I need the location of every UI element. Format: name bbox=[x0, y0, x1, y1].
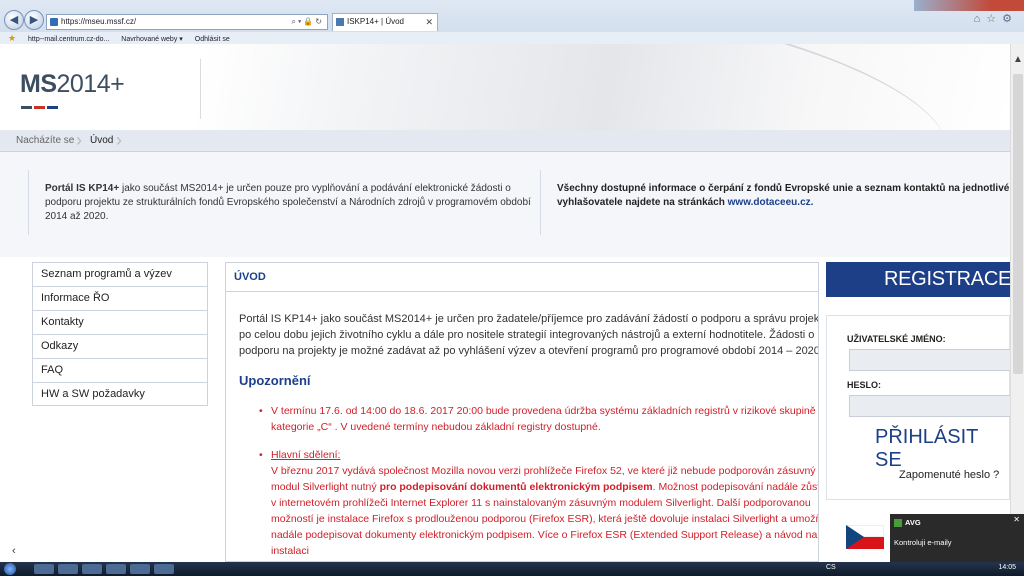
username-label: UŽIVATELSKÉ JMÉNO: bbox=[847, 334, 946, 344]
registration-button[interactable]: REGISTRACE » bbox=[826, 262, 1011, 325]
login-panel: UŽIVATELSKÉ JMÉNO: HESLO: PŘIHLÁSIT SE Z… bbox=[826, 315, 1011, 500]
browser-tab[interactable]: ISKP14+ | Úvod ✕ bbox=[332, 13, 438, 31]
notice-heading: Hlavní sdělení: bbox=[271, 449, 341, 461]
taskbar-app-icon[interactable] bbox=[130, 564, 150, 574]
breadcrumb: Nacházíte se › Úvod › bbox=[0, 130, 1010, 152]
site-header: MS2014+ bbox=[0, 44, 1010, 130]
language-indicator[interactable]: CS bbox=[826, 564, 836, 571]
breadcrumb-separator-icon: › bbox=[116, 130, 122, 150]
window-controls[interactable] bbox=[914, 0, 1024, 11]
password-label: HESLO: bbox=[847, 380, 882, 390]
sidebar-item-programs[interactable]: Seznam programů a výzev bbox=[32, 262, 208, 286]
avg-message: Kontroluji e-maily bbox=[894, 538, 952, 547]
scrollbar-thumb[interactable] bbox=[1013, 74, 1023, 374]
notice-bold: pro podepisování dokumentů elektronickým… bbox=[379, 481, 653, 493]
list-item: V termínu 17.6. od 14:00 do 18.6. 2017 2… bbox=[251, 403, 818, 435]
favorites-star-icon[interactable]: ★ bbox=[8, 33, 16, 43]
header-divider bbox=[200, 59, 201, 119]
logo-bars bbox=[21, 98, 60, 112]
close-icon[interactable]: ✕ bbox=[1013, 515, 1020, 524]
logo-bar bbox=[21, 106, 32, 109]
intro-text: Portál IS KP14+ jako součást MS2014+ je … bbox=[239, 313, 819, 357]
taskbar-app-icon[interactable] bbox=[82, 564, 102, 574]
toolbar-icons[interactable]: ⌂☆⚙ bbox=[974, 12, 1018, 25]
tab-title: ISKP14+ | Úvod bbox=[347, 17, 404, 26]
info-right: Všechny dostupné informace o čerpání z f… bbox=[557, 182, 1017, 210]
breadcrumb-separator-icon: › bbox=[76, 130, 82, 150]
taskbar-app-icon[interactable] bbox=[58, 564, 78, 574]
sidebar-item-faq[interactable]: FAQ bbox=[32, 358, 208, 382]
password-field[interactable] bbox=[849, 395, 1011, 417]
avg-title: AVG bbox=[894, 518, 921, 527]
notice-text: V termínu 17.6. od 14:00 do 18.6. 2017 2… bbox=[271, 405, 816, 433]
favorite-link[interactable]: Navrhované weby ▾ bbox=[121, 36, 183, 43]
start-button-icon[interactable] bbox=[4, 563, 16, 575]
logo-bar bbox=[47, 106, 58, 109]
scroll-up-icon[interactable]: ▲ bbox=[1013, 54, 1023, 65]
header-decoration bbox=[239, 44, 961, 130]
page-title: ÚVOD bbox=[226, 263, 818, 292]
sidebar: Seznam programů a výzev Informace ŘO Kon… bbox=[32, 262, 208, 406]
scroll-left-icon[interactable]: ‹ bbox=[12, 545, 16, 557]
username-field[interactable] bbox=[849, 349, 1011, 371]
taskbar-app-icon[interactable] bbox=[34, 564, 54, 574]
info-left: Portál IS KP14+ jako součást MS2014+ je … bbox=[28, 170, 541, 235]
info-left-bold: Portál IS KP14+ bbox=[45, 183, 120, 194]
tab-close-icon[interactable]: ✕ bbox=[425, 14, 433, 30]
main-panel: ÚVOD Portál IS KP14+ jako součást MS2014… bbox=[225, 262, 819, 562]
taskbar-app-icon[interactable] bbox=[106, 564, 126, 574]
favorite-link[interactable]: Odhlásit se bbox=[195, 36, 230, 43]
vertical-scrollbar[interactable]: ▲ bbox=[1010, 44, 1024, 562]
avg-notification[interactable]: AVG ✕ Kontroluji e-maily bbox=[890, 514, 1024, 562]
logo-bar bbox=[34, 106, 45, 109]
breadcrumb-label: Nacházíte se bbox=[16, 135, 75, 146]
favorite-link[interactable]: http--mail.centrum.cz-do... bbox=[28, 36, 109, 43]
dotaceeu-link[interactable]: www.dotaceeu.cz. bbox=[728, 197, 814, 208]
breadcrumb-current[interactable]: Úvod bbox=[90, 130, 113, 152]
info-band: Portál IS KP14+ jako součást MS2014+ je … bbox=[0, 152, 1010, 257]
favorites-bar: ★ http--mail.centrum.cz-do... Navrhované… bbox=[0, 32, 1024, 44]
browser-chrome: ◀ ▶ https://mseu.mssf.cz/ ⌕▾🔒↻ ISKP14+ |… bbox=[0, 0, 1024, 44]
forward-icon[interactable]: ▶ bbox=[24, 10, 44, 30]
sidebar-item-ro-info[interactable]: Informace ŘO bbox=[32, 286, 208, 310]
address-controls-icon[interactable]: ⌕▾🔒↻ bbox=[291, 15, 324, 29]
taskbar-app-icon[interactable] bbox=[154, 564, 174, 574]
czech-flag-icon bbox=[846, 525, 884, 549]
sidebar-item-hw-sw[interactable]: HW a SW požadavky bbox=[32, 382, 208, 406]
tab-favicon-icon bbox=[336, 18, 344, 26]
notice-list: V termínu 17.6. od 14:00 do 18.6. 2017 2… bbox=[251, 403, 818, 561]
back-icon[interactable]: ◀ bbox=[4, 10, 24, 30]
site-logo[interactable]: MS2014+ bbox=[20, 70, 125, 99]
address-bar[interactable]: https://mseu.mssf.cz/ ⌕▾🔒↻ bbox=[46, 14, 328, 30]
site-favicon-icon bbox=[50, 18, 58, 26]
forgot-password-link[interactable]: Zapomenuté heslo ? bbox=[899, 469, 999, 481]
login-button[interactable]: PŘIHLÁSIT SE bbox=[875, 426, 1009, 472]
clock[interactable]: 14:05 bbox=[998, 564, 1016, 571]
url-text: https://mseu.mssf.cz/ bbox=[61, 17, 137, 26]
sidebar-item-contacts[interactable]: Kontakty bbox=[32, 310, 208, 334]
sidebar-item-links[interactable]: Odkazy bbox=[32, 334, 208, 358]
warning-heading: Upozornění bbox=[239, 373, 311, 388]
taskbar: CS 14:05 bbox=[0, 562, 1024, 576]
list-item: Hlavní sdělení: V březnu 2017 vydává spo… bbox=[251, 447, 818, 559]
